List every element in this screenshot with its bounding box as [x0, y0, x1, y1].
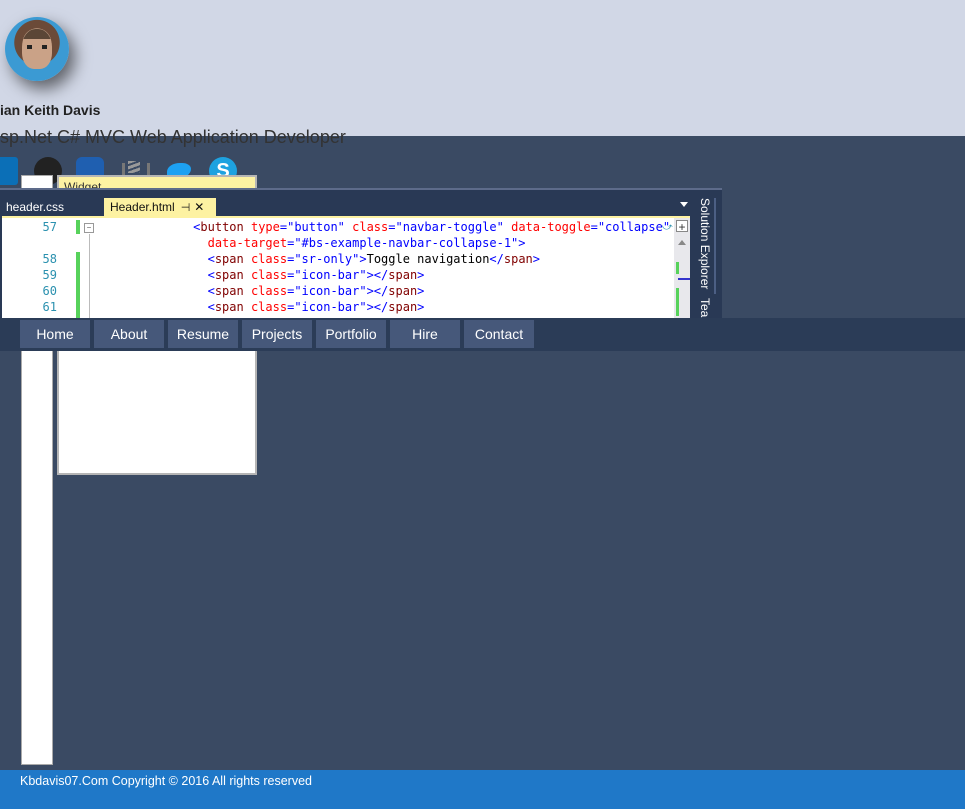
code-token: data-toggle	[503, 220, 591, 234]
pin-icon[interactable]: ⊣	[181, 202, 191, 214]
nav-hire[interactable]: Hire	[390, 320, 460, 348]
code-line[interactable]: <span class="sr-only">Toggle navigation<…	[92, 252, 540, 266]
code-token: class	[243, 268, 288, 282]
code-token: >	[518, 236, 526, 250]
code-token: class	[243, 252, 288, 266]
tab-dropdown-icon[interactable]	[680, 202, 688, 207]
code-line[interactable]: <span class="icon-bar"></span>	[92, 268, 425, 282]
quick-action-icon[interactable]: ⤻	[662, 222, 673, 233]
nav-contact[interactable]: Contact	[464, 320, 534, 348]
code-token: class	[344, 220, 389, 234]
code-token: span	[214, 268, 244, 282]
code-token: <	[207, 300, 215, 314]
code-line[interactable]: <span class="icon-bar"></span>	[92, 284, 425, 298]
change-marker	[76, 220, 80, 234]
side-panel-divider	[714, 198, 716, 294]
code-token: >	[359, 252, 367, 266]
line-number: 61	[42, 300, 57, 314]
scroll-caret-marker	[678, 278, 690, 280]
close-icon[interactable]: ✕	[194, 200, 204, 214]
code-line[interactable]: <span class="icon-bar"></span>	[92, 300, 425, 314]
avatar	[5, 17, 69, 81]
code-token: "button"	[287, 220, 345, 234]
code-token: >	[417, 268, 425, 282]
code-token: =	[388, 220, 396, 234]
code-line[interactable]: <button type="button" class="navbar-togg…	[92, 220, 670, 234]
code-token: span	[214, 284, 244, 298]
scroll-change-marker	[676, 262, 679, 274]
tab-label: Header.html	[110, 200, 175, 214]
profile-subtitle: sp.Net C# MVC Web Application Developer	[0, 127, 346, 147]
code-token: ></	[366, 284, 389, 298]
footer-copyright: Kbdavis07.Com Copyright © 2016 All right…	[20, 774, 312, 788]
main-navbar: Home About Resume Projects Portfolio Hir…	[0, 318, 965, 351]
code-token: "icon-bar"	[294, 268, 367, 282]
code-token: "icon-bar"	[294, 300, 367, 314]
outline-guide	[89, 234, 90, 324]
scroll-change-marker	[676, 288, 679, 316]
code-token: span	[388, 268, 418, 282]
profile-name: ian Keith Davis	[0, 102, 101, 118]
code-token: >	[417, 284, 425, 298]
code-token: Toggle navigation	[366, 252, 490, 266]
code-editor[interactable]: 57 58 59 60 61 − <button type="button" c…	[2, 216, 690, 324]
code-token: ></	[366, 268, 389, 282]
change-marker	[76, 252, 80, 324]
code-token: </	[489, 252, 504, 266]
code-token: <	[207, 268, 215, 282]
code-token: "#bs-example-navbar-collapse-1"	[294, 236, 519, 250]
nav-about[interactable]: About	[94, 320, 164, 348]
avatar-eyes	[27, 45, 47, 49]
code-token: "navbar-toggle"	[395, 220, 504, 234]
nav-portfolio[interactable]: Portfolio	[316, 320, 386, 348]
nav-projects[interactable]: Projects	[242, 320, 312, 348]
code-token: span	[503, 252, 533, 266]
profile-header: ian Keith Davis	[0, 0, 965, 136]
code-token: >	[532, 252, 541, 266]
editor-scrollbar[interactable]: +	[674, 218, 690, 324]
code-token: span	[214, 300, 244, 314]
code-token: class	[243, 284, 288, 298]
line-number: 60	[42, 284, 57, 298]
code-editor-window: header.css Header.html ⊣ ✕ 57 58 59 60 61 …	[0, 188, 722, 327]
code-token: ></	[366, 300, 389, 314]
tab-label: header.css	[6, 200, 65, 214]
code-token: span	[388, 284, 418, 298]
code-token: =	[590, 220, 598, 234]
nav-resume[interactable]: Resume	[168, 320, 238, 348]
code-token: "sr-only"	[294, 252, 360, 266]
tab-header-css[interactable]: header.css	[0, 198, 100, 216]
scroll-up-icon[interactable]	[678, 240, 686, 245]
code-token: >	[417, 300, 425, 314]
line-number-gutter: 57 58 59 60 61	[2, 218, 72, 324]
solution-explorer-tab[interactable]: Solution Explorer	[698, 198, 712, 289]
code-token: class	[243, 300, 288, 314]
page-footer: Kbdavis07.Com Copyright © 2016 All right…	[0, 770, 965, 809]
editor-tab-strip: header.css Header.html ⊣ ✕	[0, 198, 690, 216]
line-number: 57	[42, 220, 57, 234]
tab-header-html[interactable]: Header.html ⊣ ✕	[104, 198, 216, 216]
code-token: span	[388, 300, 418, 314]
code-token: "icon-bar"	[294, 284, 367, 298]
linkedin-icon[interactable]	[0, 157, 18, 185]
nav-home[interactable]: Home	[20, 320, 90, 348]
line-number: 59	[42, 268, 57, 282]
split-view-icon[interactable]: +	[676, 220, 688, 233]
avatar-face	[22, 29, 52, 69]
side-tool-panel: Solution Explorer Team	[692, 190, 720, 327]
code-token: data-target	[207, 236, 288, 250]
code-token: span	[214, 252, 244, 266]
code-token: type	[243, 220, 280, 234]
code-line[interactable]: data-target="#bs-example-navbar-collapse…	[92, 236, 526, 250]
code-token: <	[207, 284, 215, 298]
line-number: 58	[42, 252, 57, 266]
code-token: button	[200, 220, 244, 234]
code-token: "collapse"	[597, 220, 671, 234]
code-token: <	[207, 252, 215, 266]
